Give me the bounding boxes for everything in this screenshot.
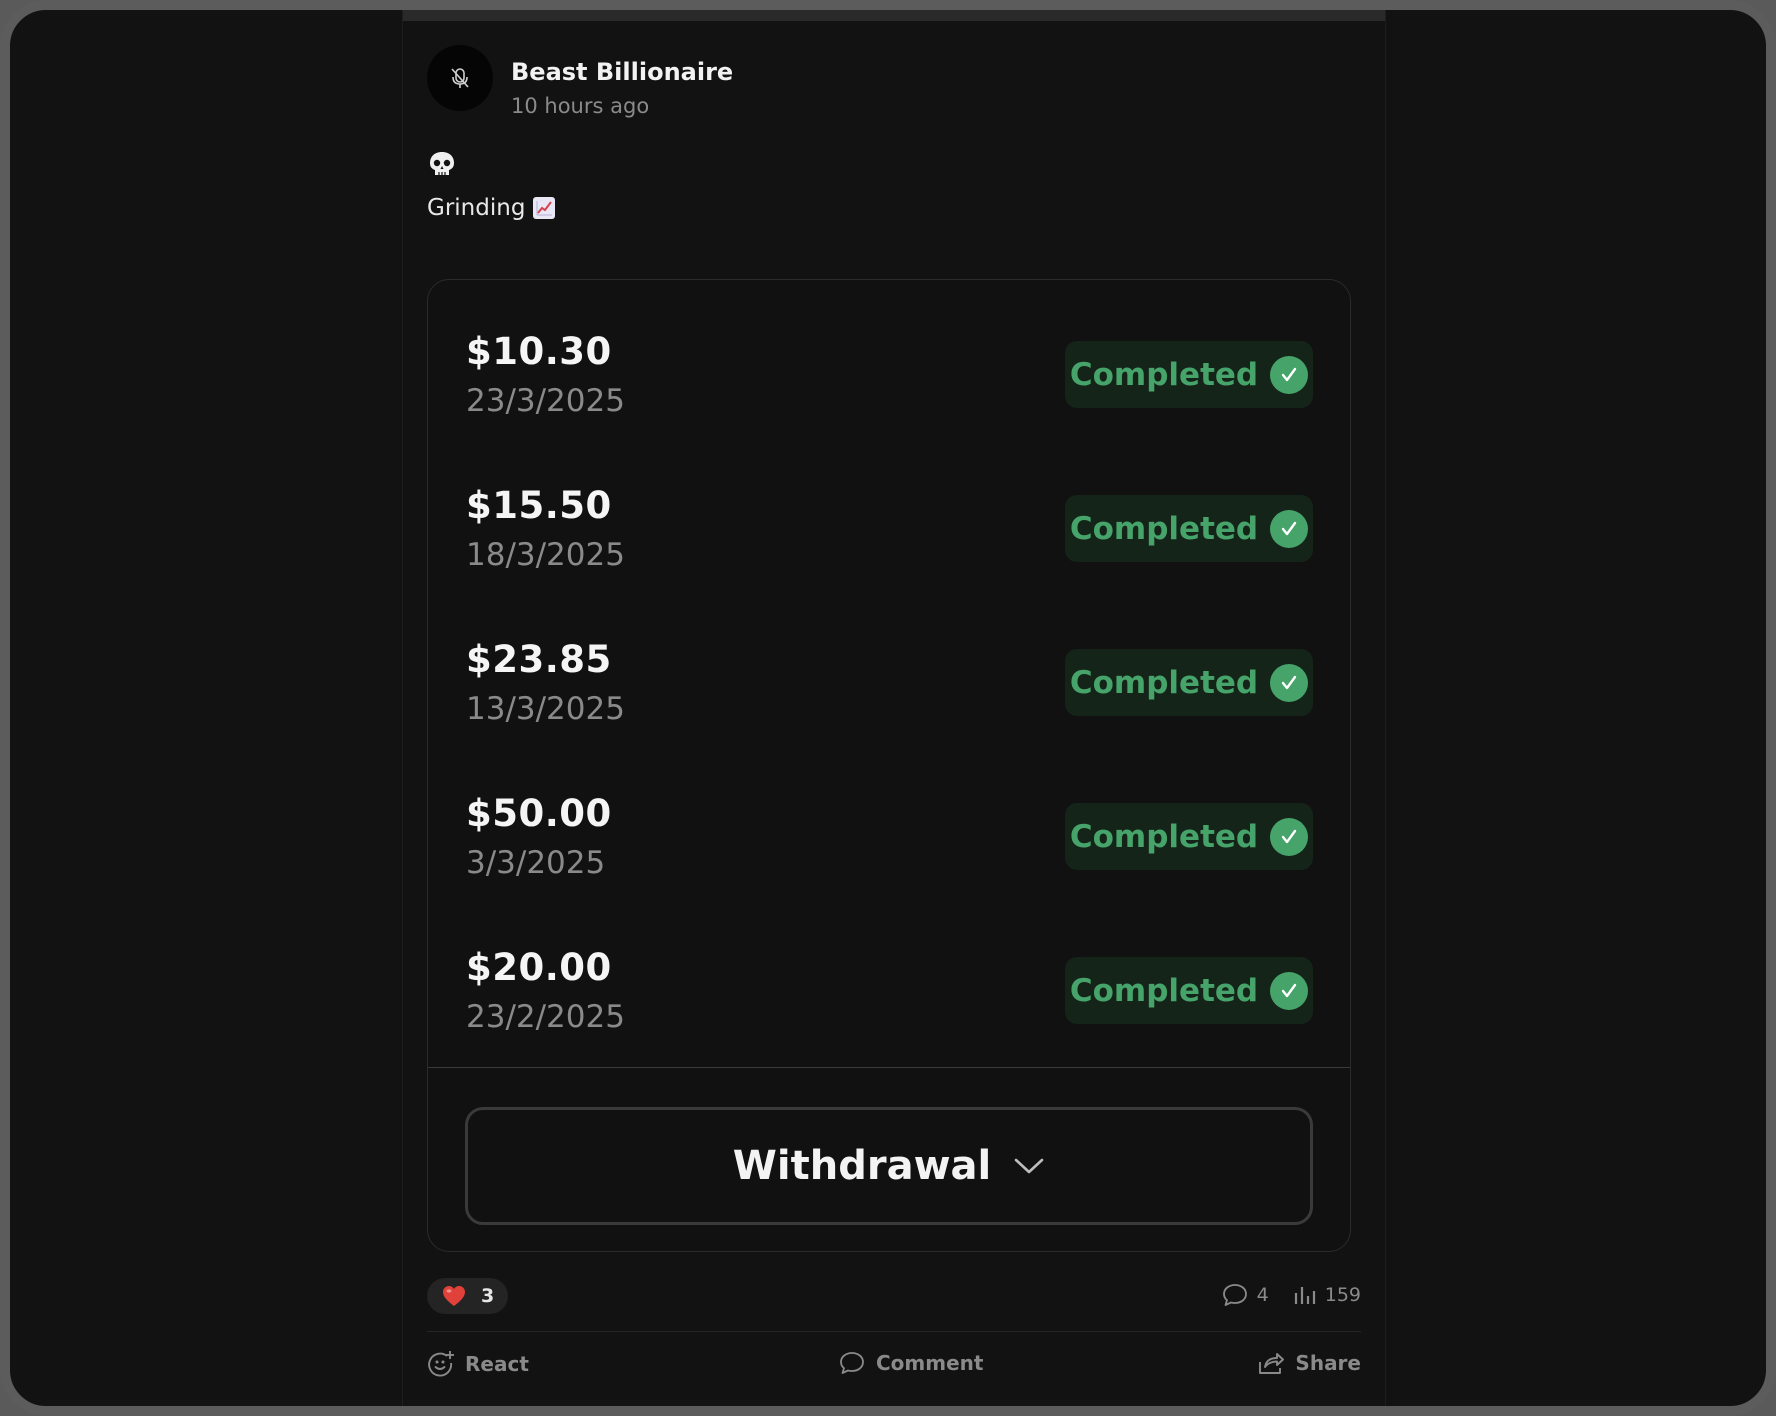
- transaction-date: 23/2/2025: [466, 999, 625, 1035]
- post-card: Beast Billionaire 10 hours ago Grinding: [402, 10, 1386, 1416]
- comment-icon: [1222, 1284, 1247, 1306]
- withdrawal-label: Withdrawal: [732, 1143, 992, 1189]
- chart-increasing-icon: [533, 197, 556, 219]
- mic-off-icon: [451, 68, 469, 88]
- status-label: Completed: [1069, 972, 1259, 1009]
- comment-count-value: 4: [1256, 1284, 1269, 1306]
- check-icon: [1270, 509, 1309, 548]
- status-badge: Completed: [1065, 957, 1313, 1024]
- chevron-down-icon: [1014, 1158, 1044, 1174]
- transaction-date: 18/3/2025: [466, 537, 625, 573]
- view-count: 159: [1291, 1283, 1361, 1307]
- transaction-row: $50.00 3/3/2025 Completed: [428, 742, 1350, 896]
- transaction-amount: $50.00: [466, 792, 612, 835]
- reaction-count: 3: [481, 1285, 495, 1307]
- share-icon: [1259, 1353, 1285, 1374]
- withdrawal-dropdown-button[interactable]: Withdrawal: [465, 1107, 1313, 1225]
- status-badge: Completed: [1065, 649, 1313, 716]
- post-text: Grinding: [427, 195, 556, 221]
- transaction-date: 23/3/2025: [466, 383, 625, 419]
- transaction-row: $23.85 13/3/2025 Completed: [428, 588, 1350, 742]
- transaction-row: $20.00 23/2/2025 Completed: [428, 896, 1350, 1050]
- add-reaction-icon: [428, 1351, 454, 1377]
- status-badge: Completed: [1065, 495, 1313, 562]
- transaction-row: $10.30 23/3/2025 Completed: [428, 280, 1350, 434]
- comment-label: Comment: [876, 1351, 984, 1375]
- status-label: Completed: [1069, 356, 1259, 393]
- bottom-divider: [403, 1406, 1385, 1416]
- post-text-label: Grinding: [427, 195, 526, 221]
- transaction-amount: $10.30: [466, 330, 612, 373]
- share-label: Share: [1295, 1351, 1361, 1375]
- comment-button[interactable]: Comment: [838, 1350, 983, 1376]
- react-label: React: [465, 1352, 529, 1376]
- avatar[interactable]: [427, 45, 493, 111]
- transaction-date: 3/3/2025: [466, 845, 606, 881]
- transaction-date: 13/3/2025: [466, 691, 625, 727]
- heart-icon: [443, 1286, 465, 1306]
- comment-icon: [840, 1352, 864, 1374]
- transaction-amount: $23.85: [466, 638, 612, 681]
- transactions-card: $10.30 23/3/2025 Completed $15.50 18/3/2…: [427, 279, 1351, 1252]
- transaction-amount: $20.00: [466, 946, 612, 989]
- check-icon: [1270, 355, 1309, 394]
- check-icon: [1270, 817, 1309, 856]
- post-stats: 4 159: [1221, 1282, 1361, 1308]
- view-count-value: 159: [1324, 1284, 1361, 1306]
- app-window: Beast Billionaire 10 hours ago Grinding: [0, 0, 1776, 1416]
- transaction-row: $15.50 18/3/2025 Completed: [428, 434, 1350, 588]
- top-divider: [403, 10, 1385, 21]
- status-label: Completed: [1069, 510, 1259, 547]
- status-badge: Completed: [1065, 803, 1313, 870]
- comment-count[interactable]: 4: [1221, 1282, 1269, 1308]
- status-badge: Completed: [1065, 341, 1313, 408]
- actions-divider: [427, 1331, 1361, 1332]
- skull-emoji: [427, 150, 457, 184]
- transaction-amount: $15.50: [466, 484, 612, 527]
- post-timestamp: 10 hours ago: [511, 94, 650, 118]
- react-button[interactable]: React: [427, 1350, 529, 1378]
- skull-icon: [430, 152, 454, 175]
- reactions-summary[interactable]: 3: [427, 1278, 509, 1314]
- status-label: Completed: [1069, 818, 1259, 855]
- author-name[interactable]: Beast Billionaire: [511, 58, 733, 86]
- check-icon: [1270, 663, 1309, 702]
- bar-chart-icon: [1294, 1287, 1315, 1304]
- check-icon: [1270, 971, 1309, 1010]
- share-button[interactable]: Share: [1257, 1350, 1361, 1376]
- card-divider: [428, 1067, 1350, 1068]
- status-label: Completed: [1069, 664, 1259, 701]
